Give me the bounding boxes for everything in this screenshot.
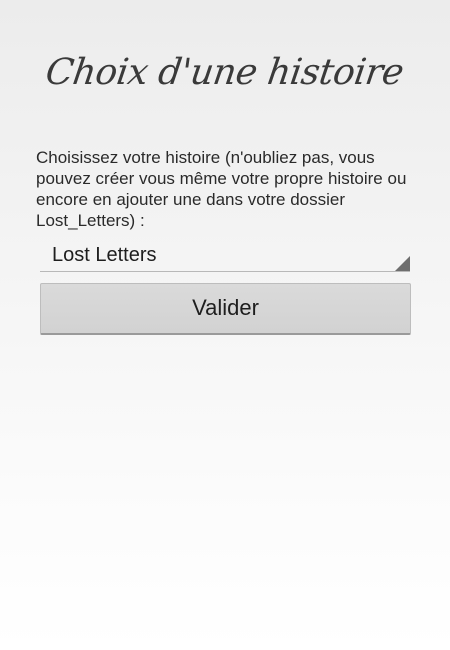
story-select[interactable]: Lost Letters [40, 238, 410, 272]
instructions-text: Choisissez votre histoire (n'oubliez pas… [36, 148, 407, 230]
story-select-value: Lost Letters [52, 244, 157, 266]
page-title: Choix d'une histoire [43, 52, 407, 93]
title-wrap: Choix d'une histoire [0, 52, 450, 93]
story-choice-screen: Choix d'une histoire Choisissez votre hi… [0, 0, 450, 650]
dropdown-corner-arrow-icon [395, 256, 410, 271]
validate-button[interactable]: Valider [40, 283, 411, 335]
